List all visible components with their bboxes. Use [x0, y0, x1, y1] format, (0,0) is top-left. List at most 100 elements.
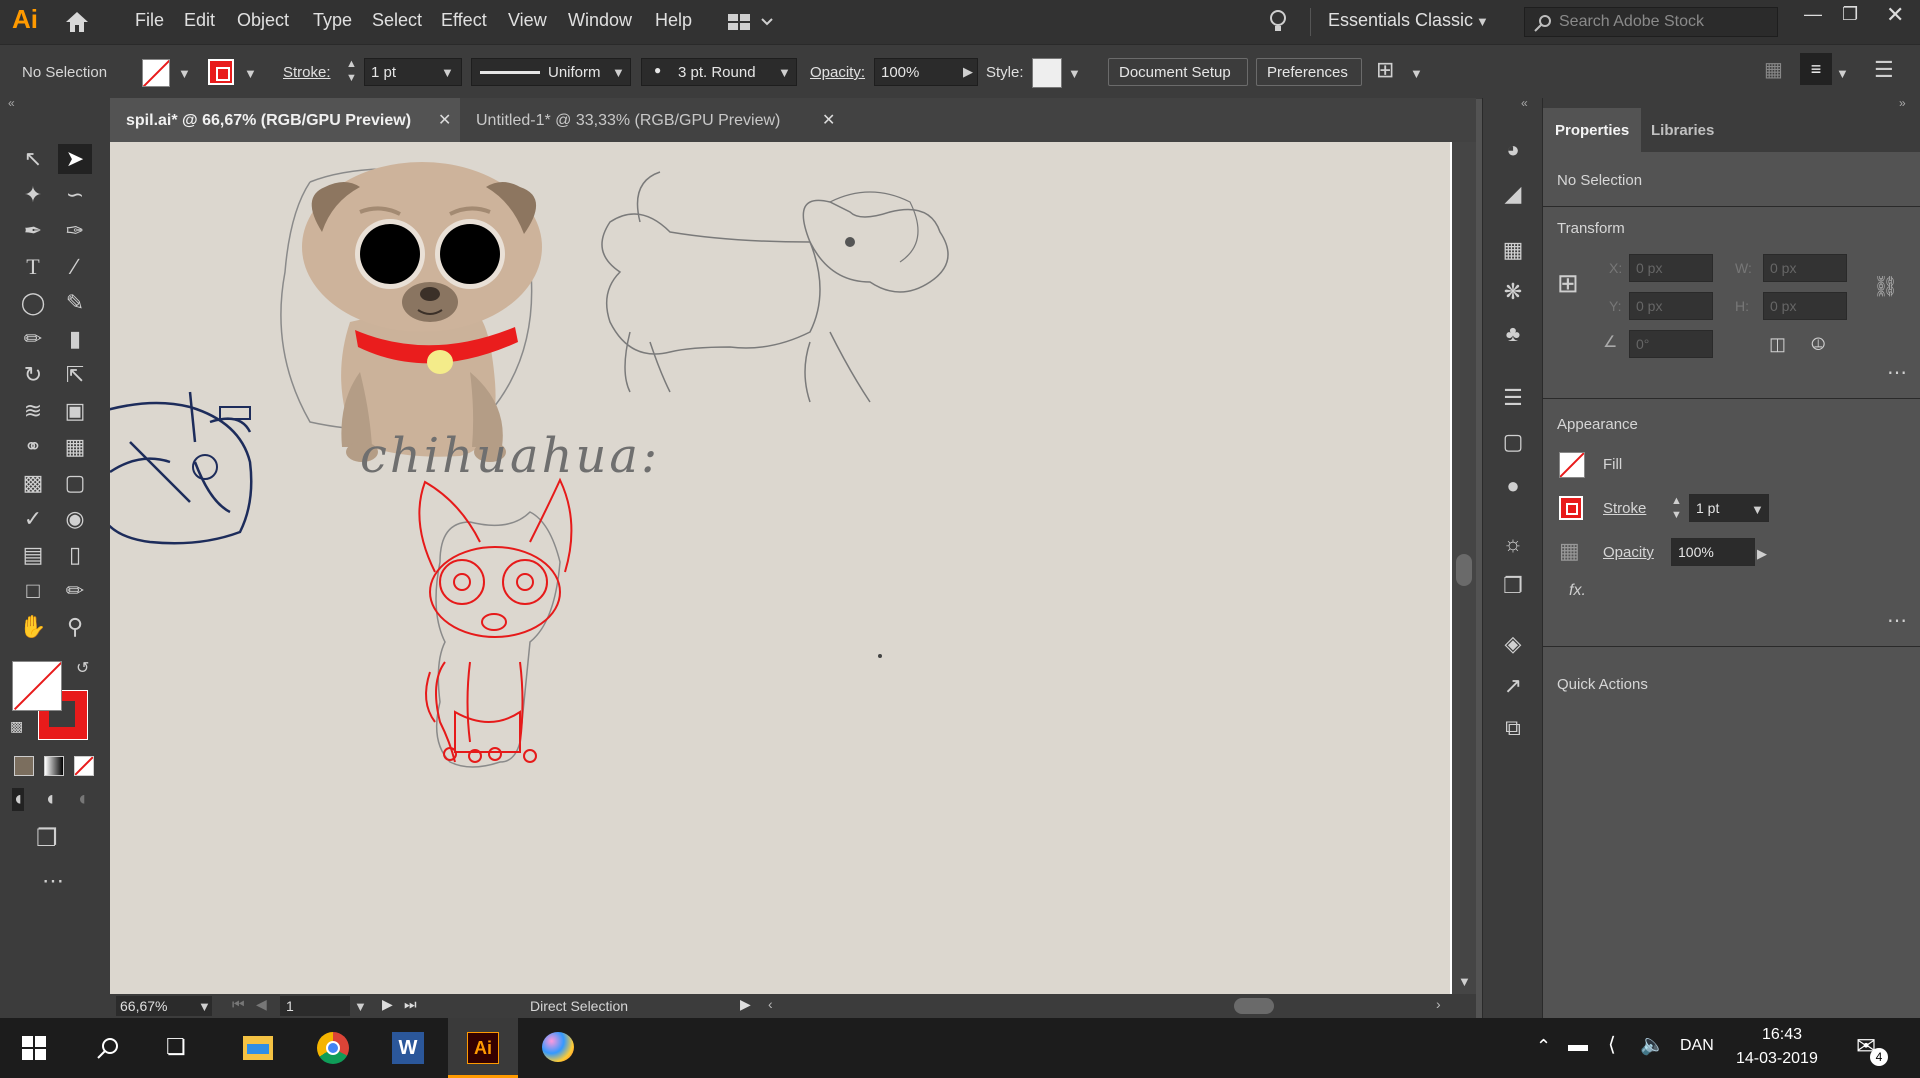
- menu-view[interactable]: View: [508, 10, 547, 31]
- chevron-down-icon[interactable]: ▼: [441, 65, 454, 80]
- rotate-tool-icon[interactable]: ↻: [16, 360, 50, 390]
- line-tool-icon[interactable]: ∕: [58, 252, 92, 282]
- opacity-field[interactable]: 100% ▶: [874, 58, 978, 86]
- illustrator-icon[interactable]: Ai: [448, 1018, 518, 1078]
- scroll-down-icon[interactable]: ▼: [1458, 974, 1471, 989]
- blend-tool-icon[interactable]: ◉: [58, 504, 92, 534]
- status-menu-icon[interactable]: ▶: [740, 996, 751, 1013]
- slice-tool-icon[interactable]: ✏: [58, 576, 92, 606]
- angle-field[interactable]: 0°: [1629, 330, 1713, 358]
- tab-spil[interactable]: spil.ai* @ 66,67% (RGB/GPU Preview): [110, 98, 460, 142]
- free-transform-tool-icon[interactable]: ▣: [58, 396, 92, 426]
- fill-color-indicator[interactable]: [12, 661, 62, 711]
- collapse-arrows-icon[interactable]: «: [1521, 96, 1528, 110]
- restore-button[interactable]: ❐: [1842, 4, 1858, 25]
- swap-colors-icon[interactable]: ↺: [76, 658, 89, 678]
- stroke-label-panel[interactable]: Stroke: [1603, 500, 1646, 517]
- preferences-button[interactable]: Preferences: [1256, 58, 1362, 86]
- eyedropper-tool-icon[interactable]: ✓: [16, 504, 50, 534]
- search-icon[interactable]: [96, 1036, 120, 1060]
- none-mode-button[interactable]: [74, 756, 94, 776]
- menu-file[interactable]: File: [135, 10, 164, 31]
- menu-object[interactable]: Object: [237, 10, 289, 31]
- opacity-panel-field[interactable]: 100%: [1671, 538, 1755, 566]
- next-artboard-icon[interactable]: ▶: [382, 996, 393, 1013]
- layers-icon[interactable]: ◈: [1499, 630, 1527, 658]
- draw-inside-icon[interactable]: ◖: [76, 788, 88, 811]
- brush-definition[interactable]: ● 3 pt. Round ▼: [641, 58, 797, 86]
- stroke-weight-field[interactable]: 1 pt ▼: [364, 58, 462, 86]
- chevron-down-icon[interactable]: ▼: [1068, 66, 1081, 81]
- battery-icon[interactable]: ▬: [1568, 1034, 1588, 1057]
- gradient-mode-button[interactable]: [44, 756, 64, 776]
- menu-select[interactable]: Select: [372, 10, 422, 31]
- stroke-panel-icon[interactable]: ☰: [1499, 384, 1527, 412]
- search-stock-field[interactable]: Search Adobe Stock: [1524, 7, 1778, 37]
- stroke-label[interactable]: Stroke:: [283, 64, 331, 81]
- fill-swatch[interactable]: [142, 59, 170, 87]
- variable-width-profile[interactable]: Uniform ▼: [471, 58, 631, 86]
- stroke-stepper-icon[interactable]: ▲ ▼: [346, 57, 357, 85]
- last-artboard-icon[interactable]: ⏭: [404, 996, 417, 1013]
- collapse-arrows-icon[interactable]: «: [8, 96, 15, 110]
- lightbulb-icon[interactable]: [1268, 9, 1288, 35]
- gradient-tool-icon[interactable]: ▢: [58, 468, 92, 498]
- type-tool-icon[interactable]: T: [16, 252, 50, 282]
- workspace-switcher[interactable]: Essentials Classic: [1328, 10, 1473, 31]
- scroll-right-icon[interactable]: ›: [1436, 996, 1441, 1012]
- color-mode-button[interactable]: [14, 756, 34, 776]
- arrange-documents-icon[interactable]: [728, 12, 774, 32]
- appearance-icon[interactable]: ☼: [1499, 530, 1527, 558]
- chevron-down-icon[interactable]: ▼: [354, 999, 367, 1014]
- gradient-panel-icon[interactable]: ▢: [1499, 428, 1527, 456]
- previous-artboard-icon[interactable]: ◀: [256, 996, 267, 1013]
- draw-normal-icon[interactable]: ◖: [12, 788, 25, 811]
- hand-tool-icon[interactable]: ✋: [16, 612, 50, 642]
- graphic-style-swatch[interactable]: [1032, 58, 1062, 88]
- fill-swatch-panel[interactable]: [1559, 452, 1585, 478]
- symbol-sprayer-tool-icon[interactable]: ▤: [16, 540, 50, 570]
- direct-selection-tool-icon[interactable]: ➤: [58, 144, 92, 174]
- app-logo[interactable]: Ai: [12, 4, 38, 35]
- align-icon[interactable]: ⊞: [1376, 57, 1394, 83]
- symbols-icon[interactable]: ♣: [1499, 320, 1527, 348]
- close-tab-icon[interactable]: ✕: [438, 110, 451, 130]
- chevron-down-icon[interactable]: ▼: [778, 65, 791, 80]
- chevron-down-icon[interactable]: ▼: [612, 65, 625, 80]
- opacity-label-panel[interactable]: Opacity: [1603, 544, 1654, 561]
- wifi-icon[interactable]: ⟨: [1608, 1032, 1616, 1057]
- properties-toggle-icon[interactable]: ≡: [1800, 53, 1832, 85]
- artboard-number-field[interactable]: 1: [280, 996, 350, 1016]
- column-graph-tool-icon[interactable]: ▯: [58, 540, 92, 570]
- stroke-swatch[interactable]: [208, 59, 234, 85]
- y-field[interactable]: 0 px: [1629, 292, 1713, 320]
- ellipse-tool-icon[interactable]: ◯: [16, 288, 50, 318]
- chrome-icon[interactable]: [300, 1018, 364, 1078]
- chevron-down-icon[interactable]: ▼: [1476, 14, 1489, 29]
- horizontal-scroll-thumb[interactable]: [1234, 998, 1274, 1014]
- artboards-icon[interactable]: ⧉: [1499, 714, 1527, 742]
- fill-chevron-icon[interactable]: ▼: [178, 66, 191, 81]
- file-explorer-icon[interactable]: [225, 1018, 289, 1078]
- swatches-icon[interactable]: ▦: [1499, 236, 1527, 264]
- chevron-down-icon[interactable]: ▼: [1836, 66, 1849, 81]
- scale-tool-icon[interactable]: ⇱: [58, 360, 92, 390]
- chevron-right-icon[interactable]: ▶: [1757, 546, 1767, 562]
- paintbrush-tool-icon[interactable]: ✎: [58, 288, 92, 318]
- default-colors-icon[interactable]: ▩: [10, 718, 23, 735]
- close-tab-icon[interactable]: ✕: [822, 110, 835, 130]
- volume-icon[interactable]: 🔈: [1640, 1032, 1665, 1057]
- start-icon[interactable]: [22, 1036, 46, 1060]
- expand-arrows-icon[interactable]: »: [1899, 96, 1906, 110]
- clock-date[interactable]: 14-03-2019: [1736, 1050, 1818, 1068]
- lasso-tool-icon[interactable]: ∽: [58, 180, 92, 210]
- warp-tool-icon[interactable]: ≋: [16, 396, 50, 426]
- grid-icon[interactable]: ▦: [1764, 57, 1783, 82]
- opacity-label[interactable]: Opacity:: [810, 64, 865, 81]
- paint-icon[interactable]: [525, 1018, 589, 1078]
- close-button[interactable]: ✕: [1886, 2, 1904, 28]
- curvature-tool-icon[interactable]: ✑: [58, 216, 92, 246]
- scroll-left-icon[interactable]: ‹: [768, 996, 773, 1012]
- document-setup-button[interactable]: Document Setup: [1108, 58, 1248, 86]
- task-view-icon[interactable]: ❏: [166, 1034, 186, 1060]
